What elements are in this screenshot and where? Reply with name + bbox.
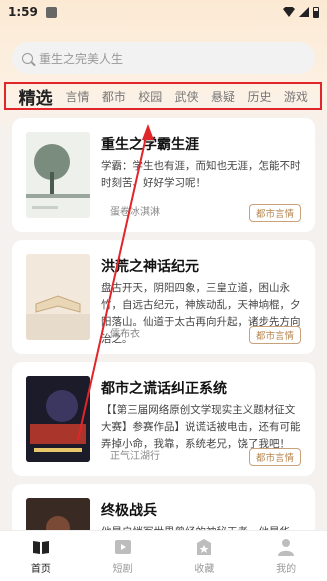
book-card[interactable]: 重生之学霸生涯 学霸：学生也有涯，而知也无涯，怎能不时时刻苦、好好学习呢！ 蛋卷… [12,118,315,232]
category-tab-wuxia[interactable]: 武侠 [168,88,204,105]
book-author: 正气江湖行 [110,451,160,462]
tab-short-drama[interactable]: 短剧 [82,531,164,581]
book-cover [26,376,90,462]
book-genre-tag[interactable]: 都市言情 [249,326,301,344]
book-genre-tag[interactable]: 都市言情 [249,204,301,222]
category-tabs: 精选 言情 都市 校园 武侠 悬疑 历史 游戏 [4,82,322,110]
book-description: 学霸：学生也有涯，而知也无涯，怎能不时时刻苦、好好学习呢！ [101,160,301,189]
category-tab-yanqing[interactable]: 言情 [59,88,95,105]
tab-home[interactable]: 首页 [0,531,82,581]
book-cover [26,132,90,218]
tab-label: 短剧 [112,564,133,575]
book-title: 洪荒之神话纪元 [101,259,199,275]
book-card[interactable]: 都市之谎话纠正系统 【【第三届网络原创文学现实主义题材征文大赛】参赛作品】说谎话… [12,362,315,476]
signal-icon [299,7,309,17]
tab-mine[interactable]: 我的 [245,531,327,581]
tab-label: 首页 [30,564,51,575]
book-cover [26,254,90,340]
search-icon [22,52,33,64]
status-bar: 1:59 [0,0,327,24]
book-title: 重生之学霸生涯 [101,137,199,153]
book-genre-tag[interactable]: 都市言情 [249,448,301,466]
tab-label: 我的 [276,564,297,575]
category-tab-jingxuan[interactable]: 精选 [12,84,59,109]
notification-app-icon [45,6,57,18]
play-icon [114,540,131,554]
category-tab-xiaoyuan[interactable]: 校园 [132,88,168,105]
bottom-tab-bar: 首页 短剧 收藏 我的 [0,530,327,581]
book-author: 蛋卷冰淇淋 [110,207,160,218]
battery-icon [313,6,319,18]
user-icon [278,539,295,556]
book-title: 终极战兵 [101,503,157,519]
star-icon [197,539,212,555]
tab-label: 收藏 [194,564,215,575]
book-icon [32,541,49,554]
category-tab-youxi[interactable]: 游戏 [278,88,314,105]
category-tab-lishi[interactable]: 历史 [241,88,277,105]
search-placeholder: 重生之完美人生 [39,51,124,66]
status-time: 1:59 [8,5,38,19]
status-icons [283,6,319,18]
book-card[interactable]: 洪荒之神话纪元 盘古开天，阴阳四象，三皇立道，困山永竹，自远古纪元，神族动乱，天… [12,240,315,354]
category-tab-xuanyi[interactable]: 悬疑 [205,88,241,105]
category-tab-dushi[interactable]: 都市 [96,88,132,105]
search-bar[interactable]: 重生之完美人生 [12,42,315,74]
book-title: 都市之谎话纠正系统 [101,381,227,397]
book-author: 儒布衣 [110,329,140,340]
wifi-icon [283,7,295,17]
tab-favorites[interactable]: 收藏 [164,531,246,581]
